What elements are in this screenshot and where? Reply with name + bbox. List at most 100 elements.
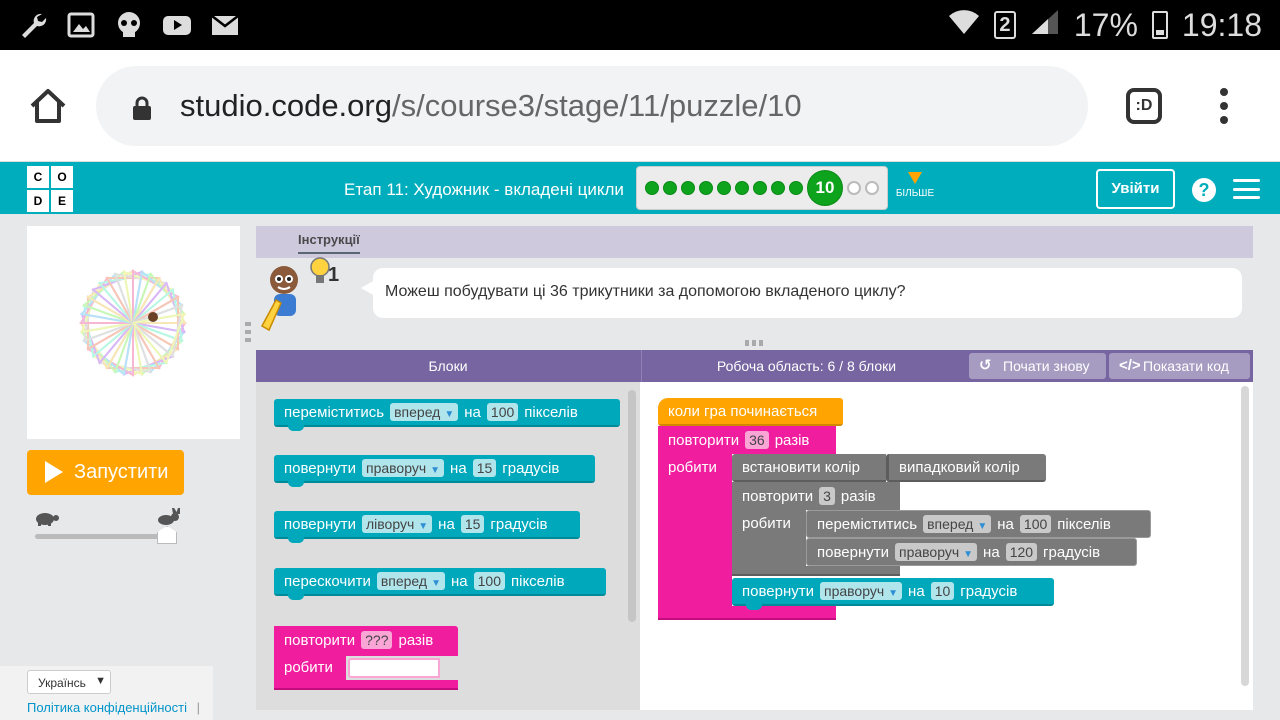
number-field[interactable]: 15 xyxy=(460,515,485,533)
dropdown-arrow-icon: ▼ xyxy=(430,465,441,476)
block-label: на xyxy=(464,403,481,421)
help-icon[interactable]: ? xyxy=(1192,178,1216,202)
block-label: повернути xyxy=(284,459,356,477)
stage-title[interactable]: Етап 11: Художник - вкладені цикли xyxy=(344,180,624,200)
hamburger-menu-icon[interactable] xyxy=(1233,179,1260,199)
progress-dot-completed[interactable] xyxy=(771,181,785,195)
reset-icon: ↺ xyxy=(979,357,992,374)
direction-value: вперед xyxy=(394,404,441,420)
block-when-run[interactable]: коли гра починається xyxy=(658,398,843,426)
progress-dot-completed[interactable] xyxy=(717,181,731,195)
block-jump-forward[interactable]: перескочити вперед ▼ на 100 пікселів xyxy=(274,568,606,600)
panel-resize-handle[interactable] xyxy=(245,322,251,344)
workspace-title: Робоча область: 6 / 8 блоки xyxy=(641,350,971,382)
progress-dot-remaining[interactable] xyxy=(847,181,861,195)
block-label: випадковий колір xyxy=(899,458,1020,476)
block-label: пікселів xyxy=(524,403,578,421)
block-label: переміститись xyxy=(284,403,385,421)
workspace-scrollbar[interactable] xyxy=(1241,386,1249,686)
progress-dot-remaining[interactable] xyxy=(865,181,879,195)
show-code-button[interactable]: </> Показати код xyxy=(1109,353,1250,379)
artist-sprite xyxy=(148,312,158,322)
number-field[interactable]: 100 xyxy=(473,572,505,590)
address-bar[interactable]: studio.code.org/s/course3/stage/11/puzzl… xyxy=(96,66,1088,146)
toolbox-scrollbar[interactable] xyxy=(628,390,636,622)
direction-dropdown[interactable]: вперед ▼ xyxy=(376,572,445,590)
block-label: переміститись xyxy=(817,515,918,533)
language-select[interactable]: Українсь ▼ xyxy=(27,670,111,694)
toolbox: переміститись вперед ▼ на 100 пікселів по… xyxy=(256,382,640,710)
home-icon[interactable] xyxy=(28,86,68,126)
progress-dot-current[interactable]: 10 xyxy=(807,170,843,206)
tab-instructions[interactable]: Інструкції xyxy=(298,232,360,254)
sign-in-button[interactable]: Увійти xyxy=(1096,169,1175,209)
footer-bar: Українсь ▼ Політика конфіденційності | xyxy=(0,666,213,720)
speed-slider[interactable] xyxy=(27,507,187,550)
block-turn-left[interactable]: повернути ліворуч ▼ на 15 градусів xyxy=(274,511,580,543)
image-icon xyxy=(66,10,96,40)
block-label: пікселів xyxy=(1057,515,1111,533)
reset-button[interactable]: ↺ Почати знову xyxy=(969,353,1106,379)
block-label: перескочити xyxy=(284,572,371,590)
block-set-color[interactable]: встановити колір xyxy=(732,454,886,482)
block-notch xyxy=(288,594,304,600)
block-notch xyxy=(288,481,304,487)
slider-track[interactable] xyxy=(35,534,170,539)
block-label: повторити xyxy=(284,631,356,649)
chevron-down-icon: ▼ xyxy=(95,675,106,687)
logo-letter: E xyxy=(51,190,73,212)
block-inner-turn[interactable]: повернути праворуч ▼ на 120 градусів xyxy=(806,538,1137,566)
progress-dot-completed[interactable] xyxy=(681,181,695,195)
wrench-icon xyxy=(18,10,48,40)
more-button[interactable]: БІЛЬШЕ xyxy=(894,172,936,199)
progress-dot-completed[interactable] xyxy=(753,181,767,195)
number-field[interactable]: 15 xyxy=(472,459,497,477)
caret-down-icon xyxy=(908,172,922,184)
block-label: на xyxy=(908,582,925,600)
logo-letter: D xyxy=(27,190,49,212)
progress-dot-completed[interactable] xyxy=(789,181,803,195)
code-icon: </> xyxy=(1119,357,1141,374)
block-repeat[interactable]: повторити ??? разів робити xyxy=(274,626,458,690)
direction-dropdown[interactable]: ліворуч ▼ xyxy=(361,515,433,533)
more-label: БІЛЬШЕ xyxy=(895,188,935,199)
artist-canvas xyxy=(27,226,240,439)
number-field[interactable]: 100 xyxy=(1019,515,1052,533)
number-field[interactable]: 120 xyxy=(1005,543,1038,561)
privacy-link-text: Політика конфіденційності xyxy=(27,700,187,715)
number-field[interactable]: 3 xyxy=(819,487,835,505)
direction-dropdown[interactable]: праворуч ▼ xyxy=(819,582,903,600)
progress-dot-completed[interactable] xyxy=(699,181,713,195)
reset-label: Почати знову xyxy=(1003,358,1090,374)
block-outer-turn[interactable]: повернути праворуч ▼ на 10 градусів xyxy=(732,578,1054,610)
block-label: градусів xyxy=(502,459,560,477)
progress-dot-completed[interactable] xyxy=(663,181,677,195)
hint-lightbulb-icon[interactable]: 1 xyxy=(308,256,342,290)
direction-dropdown[interactable]: вперед ▼ xyxy=(390,403,459,421)
progress-dot-completed[interactable] xyxy=(645,181,659,195)
block-inner-move[interactable]: переміститись вперед ▼ на 100 пікселів xyxy=(806,510,1151,538)
instructions-resize-handle[interactable] xyxy=(745,340,765,346)
run-button[interactable]: Запустити xyxy=(27,450,184,495)
progress-dot-completed[interactable] xyxy=(735,181,749,195)
block-turn-right[interactable]: повернути праворуч ▼ на 15 градусів xyxy=(274,455,595,487)
direction-value: вперед xyxy=(927,516,974,532)
number-field[interactable]: ??? xyxy=(361,631,393,649)
code-org-logo[interactable]: C O D E xyxy=(27,166,73,212)
dropdown-arrow-icon: ▼ xyxy=(418,521,429,532)
wifi-icon xyxy=(948,7,980,44)
block-label: разів xyxy=(840,487,876,505)
direction-dropdown[interactable]: праворуч ▼ xyxy=(361,459,445,477)
number-field[interactable]: 36 xyxy=(745,431,769,449)
url-text[interactable]: studio.code.org/s/course3/stage/11/puzzl… xyxy=(180,88,802,124)
number-field[interactable]: 10 xyxy=(930,582,955,600)
privacy-link[interactable]: Політика конфіденційності | xyxy=(27,700,200,715)
number-field[interactable]: 100 xyxy=(486,403,519,421)
tab-switcher-button[interactable]: :D xyxy=(1126,88,1162,124)
block-random-color[interactable]: випадковий колір xyxy=(886,454,1046,482)
direction-dropdown[interactable]: вперед ▼ xyxy=(923,515,992,533)
show-code-label: Показати код xyxy=(1143,358,1229,374)
direction-dropdown[interactable]: праворуч ▼ xyxy=(894,543,978,561)
browser-menu-icon[interactable] xyxy=(1218,88,1230,124)
block-move-forward[interactable]: переміститись вперед ▼ на 100 пікселів xyxy=(274,399,620,431)
